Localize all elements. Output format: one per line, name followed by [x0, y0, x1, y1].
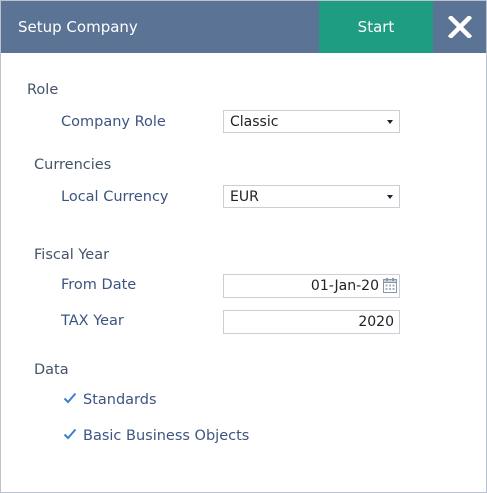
basic-business-objects-checkbox[interactable] — [63, 427, 77, 441]
standards-checkbox[interactable] — [63, 391, 77, 405]
setup-company-dialog: Setup Company Start Role Company Role Cl… — [0, 0, 487, 493]
chevron-down-icon — [387, 195, 393, 199]
local-currency-select[interactable]: EUR — [223, 185, 400, 208]
standards-label[interactable]: Standards — [83, 392, 157, 408]
tax-year-value: 2020 — [358, 314, 394, 330]
checkmark-icon — [63, 392, 77, 404]
from-date-input[interactable]: 01-Jan-20 — [223, 274, 400, 298]
role-heading: Role — [27, 82, 59, 98]
local-currency-label: Local Currency — [61, 189, 169, 205]
calendar-icon[interactable] — [383, 278, 397, 293]
close-icon — [447, 16, 472, 38]
fiscal-year-heading: Fiscal Year — [34, 247, 110, 263]
currencies-heading: Currencies — [34, 157, 112, 173]
start-button[interactable]: Start — [319, 1, 433, 53]
local-currency-value: EUR — [230, 189, 259, 205]
company-role-select[interactable]: Classic — [223, 110, 400, 133]
chevron-down-icon — [387, 120, 393, 124]
data-heading: Data — [34, 362, 69, 378]
tax-year-input[interactable]: 2020 — [223, 310, 400, 334]
company-role-label: Company Role — [61, 114, 166, 130]
from-date-value: 01-Jan-20 — [310, 278, 379, 294]
tax-year-label: TAX Year — [61, 313, 124, 329]
dialog-title: Setup Company — [18, 18, 138, 36]
close-button[interactable] — [433, 1, 486, 53]
dialog-header: Setup Company Start — [1, 1, 486, 53]
checkmark-icon — [63, 428, 77, 440]
basic-business-objects-label[interactable]: Basic Business Objects — [83, 428, 249, 444]
from-date-label: From Date — [61, 277, 137, 293]
company-role-value: Classic — [230, 114, 279, 130]
